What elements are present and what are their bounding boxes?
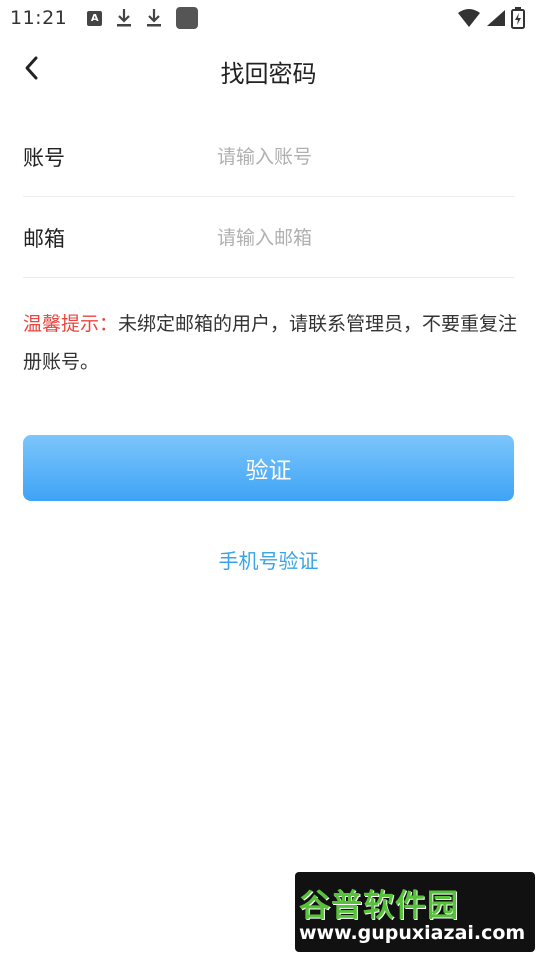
wifi-icon xyxy=(458,9,480,27)
page-title: 找回密码 xyxy=(220,60,317,88)
phone-verify-link[interactable]: 手机号验证 xyxy=(0,545,537,574)
watermark-cn: 谷普软件园 xyxy=(299,888,459,924)
email-row: 邮箱 xyxy=(23,198,514,278)
verify-button[interactable]: 验证 xyxy=(23,435,514,501)
nav-bar: 找回密码 xyxy=(0,36,537,102)
system-icons xyxy=(457,7,525,29)
a-badge-icon: A xyxy=(87,10,103,26)
account-label: 账号 xyxy=(23,145,65,170)
download-icon xyxy=(147,9,162,27)
email-input[interactable] xyxy=(217,226,514,249)
watermark-logo: 谷普软件园 www.gupuxiazai.com xyxy=(295,872,535,952)
account-row: 账号 xyxy=(23,117,514,197)
download-icon xyxy=(117,9,132,27)
email-label: 邮箱 xyxy=(23,226,65,251)
signal-icon xyxy=(487,10,505,26)
account-input[interactable] xyxy=(217,145,514,168)
notification-icons: A xyxy=(87,7,199,29)
status-time: 11:21 xyxy=(10,7,68,29)
tip-prefix: 温馨提示： xyxy=(23,313,119,335)
status-bar: 11:21 A xyxy=(0,0,537,36)
battery-icon xyxy=(511,7,525,29)
app-square-icon xyxy=(176,7,199,29)
tip-text: 温馨提示：未绑定邮箱的用户，请联系管理员，不要重复注册账号。 xyxy=(23,305,518,381)
watermark-url: www.gupuxiazai.com xyxy=(299,922,526,944)
